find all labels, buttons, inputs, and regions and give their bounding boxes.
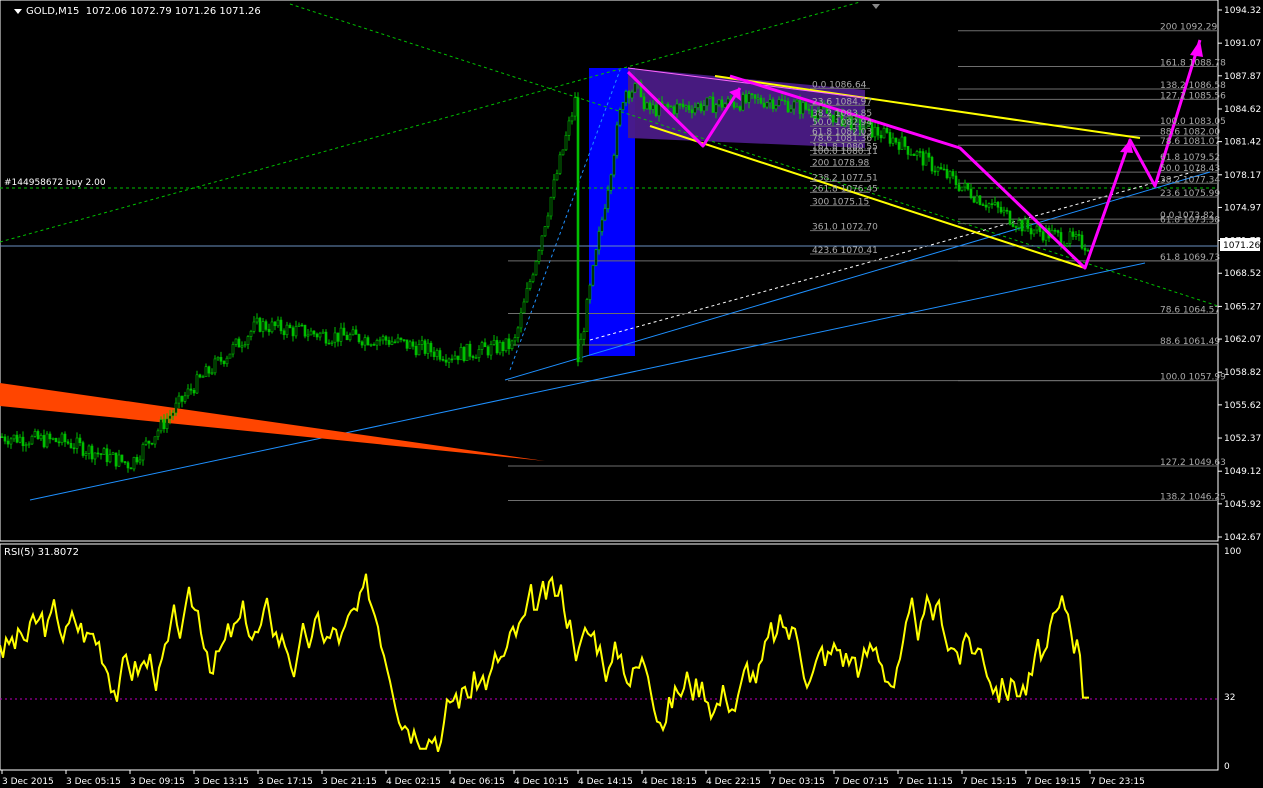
- price-tick: 1074.97: [1224, 203, 1261, 213]
- price-tick: 1055.62: [1224, 401, 1261, 411]
- fib-upper-label: 423.6 1070.41: [812, 246, 878, 256]
- scroll-marker-icon[interactable]: [872, 4, 880, 9]
- rsi-tick: 0: [1224, 762, 1230, 772]
- time-tick: 4 Dec 06:15: [450, 777, 505, 787]
- fib-right-label: 200 1092.29: [1160, 23, 1218, 33]
- fib-right-label: 50.0 1078.43: [1160, 164, 1220, 174]
- fib-right-label: 138.2 1046.25: [1160, 492, 1226, 502]
- fib-upper-label: 261.8 1076.45: [812, 184, 878, 194]
- fib-right-label: 78.6 1081.07: [1160, 137, 1220, 147]
- fib-right-label: 78.6 1064.57: [1160, 306, 1220, 316]
- fib-upper-label: 361.0 1072.70: [812, 223, 878, 233]
- price-tick: 1045.92: [1224, 500, 1261, 510]
- price-tick: 1042.67: [1224, 533, 1261, 543]
- current-price-label: 1071.26: [1223, 241, 1260, 251]
- chart-canvas[interactable]: 0.0 1086.6423.6 1084.9738.2 1083.8550.0 …: [0, 0, 1263, 788]
- fib-right-label: 127.2 1085.56: [1160, 91, 1226, 101]
- time-tick: 4 Dec 10:15: [514, 777, 569, 787]
- fib-upper-label: 238.2 1077.51: [812, 174, 878, 184]
- fib-right-label: 100.0 1083.05: [1160, 117, 1226, 127]
- price-tick: 1094.32: [1224, 6, 1261, 16]
- fib-right-label: 23.6 1075.99: [1160, 189, 1220, 199]
- time-axis: 3 Dec 2015 3 Dec 05:15 3 Dec 09:15 3 Dec 13…: [1, 770, 1145, 787]
- time-tick: 4 Dec 02:15: [386, 777, 441, 787]
- fib-upper-label: 0.0 1086.64: [812, 80, 867, 90]
- price-tick: 1065.27: [1224, 302, 1261, 312]
- fib-right-label: 61.8 1073.38: [1160, 216, 1220, 226]
- fib-right-label: 38.2 1077.34: [1160, 175, 1220, 185]
- chart-header: GOLD,M15 1072.06 1072.79 1071.26 1071.26: [14, 6, 261, 17]
- price-tick: 1052.37: [1224, 434, 1261, 444]
- fib-right-label: 100.0 1057.99: [1160, 373, 1226, 383]
- fib-right-label: 88.6 1061.49: [1160, 337, 1220, 347]
- time-tick: 4 Dec 22:15: [706, 777, 761, 787]
- rsi-tick: 32: [1224, 693, 1235, 703]
- time-tick: 3 Dec 13:15: [194, 777, 249, 787]
- time-tick: 4 Dec 18:15: [642, 777, 697, 787]
- time-tick: 3 Dec 2015: [2, 777, 54, 787]
- time-tick: 7 Dec 19:15: [1026, 777, 1081, 787]
- time-tick: 7 Dec 15:15: [962, 777, 1017, 787]
- time-tick: 7 Dec 03:15: [770, 777, 825, 787]
- rsi-tick: 100: [1224, 547, 1241, 557]
- time-tick: 3 Dec 17:15: [258, 777, 313, 787]
- price-tick: 1084.62: [1224, 105, 1261, 115]
- order-label[interactable]: #144958672 buy 2.00: [4, 178, 106, 188]
- ohlc-values: 1072.06 1072.79 1071.26 1071.26: [85, 6, 261, 17]
- price-tick: 1049.12: [1224, 467, 1261, 477]
- fib-right-label: 61.8 1069.73: [1160, 253, 1220, 263]
- price-tick: 1068.52: [1224, 269, 1261, 279]
- time-tick: 7 Dec 11:15: [898, 777, 953, 787]
- time-tick: 3 Dec 09:15: [130, 777, 185, 787]
- time-tick: 7 Dec 23:15: [1090, 777, 1145, 787]
- rsi-axis: 100 32 0: [1224, 547, 1241, 772]
- fib-right-label: 61.8 1079.52: [1160, 153, 1220, 163]
- rsi-line: [0, 573, 1089, 752]
- time-tick: 3 Dec 21:15: [322, 777, 377, 787]
- dropdown-arrow-icon[interactable]: [14, 8, 22, 14]
- price-tick: 1078.17: [1224, 171, 1261, 181]
- price-tick: 1081.42: [1224, 138, 1261, 148]
- fib-upper-label: 161.8 1080.55: [812, 142, 878, 152]
- price-tick: 1091.07: [1224, 39, 1261, 49]
- price-tick: 1062.07: [1224, 335, 1261, 345]
- fib-upper-label: 200 1078.98: [812, 159, 870, 169]
- fib-upper-label: 23.6 1084.97: [812, 97, 872, 107]
- fib-upper-label: 300 1075.15: [812, 198, 869, 208]
- price-tick: 1087.87: [1224, 72, 1261, 82]
- fib-right-label: 138.2 1086.58: [1160, 81, 1226, 91]
- rsi-label: RSI(5) 31.8072: [4, 547, 79, 558]
- time-tick: 4 Dec 14:15: [578, 777, 633, 787]
- symbol-label: GOLD,M15: [26, 6, 80, 17]
- time-tick: 7 Dec 07:15: [834, 777, 889, 787]
- price-tick: 1058.82: [1224, 368, 1261, 378]
- fib-labels: 0.0 1086.6423.6 1084.9738.2 1083.8550.0 …: [812, 23, 1226, 503]
- fib-right-label: 161.8 1088.78: [1160, 59, 1226, 69]
- fib-right-label: 127.2 1049.63: [1160, 458, 1226, 468]
- time-tick: 3 Dec 05:15: [66, 777, 121, 787]
